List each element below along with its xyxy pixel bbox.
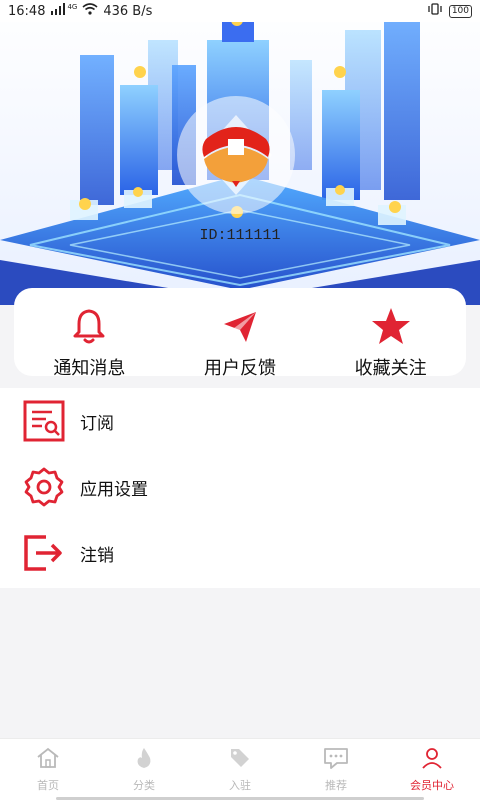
wifi-icon bbox=[82, 3, 98, 19]
quick-action-label: 用户反馈 bbox=[204, 358, 276, 379]
quick-action-label: 通知消息 bbox=[53, 358, 126, 379]
vibrate-icon bbox=[427, 3, 443, 19]
tab-label: 首页 bbox=[37, 779, 59, 792]
tab-recommend[interactable]: 推荐 bbox=[288, 739, 384, 800]
user-icon bbox=[419, 745, 445, 771]
network-type: 4G bbox=[67, 3, 78, 11]
battery-level: 100 bbox=[448, 4, 472, 18]
avatar[interactable] bbox=[176, 95, 296, 215]
tab-label: 推荐 bbox=[325, 779, 347, 792]
quick-action-label: 收藏关注 bbox=[354, 358, 427, 379]
quick-action-notifications[interactable]: 通知消息 bbox=[14, 288, 165, 379]
tab-join[interactable]: 入驻 bbox=[192, 739, 288, 800]
tag-icon bbox=[227, 745, 253, 771]
chat-bubble-icon bbox=[323, 745, 349, 771]
flame-icon bbox=[131, 745, 157, 771]
quick-actions-card: 通知消息 用户反馈 收藏关注 bbox=[14, 288, 466, 379]
signal-icon bbox=[50, 3, 66, 19]
settings-gear-icon bbox=[22, 465, 66, 509]
tab-label: 会员中心 bbox=[410, 779, 454, 792]
menu-item-subscription[interactable]: 订阅 bbox=[0, 388, 480, 454]
user-id: ID:111111 bbox=[199, 227, 281, 244]
menu-item-logout[interactable]: 注销 bbox=[0, 520, 480, 586]
profile-header: ID:111111 bbox=[0, 0, 480, 305]
menu-item-label: 订阅 bbox=[80, 413, 114, 434]
home-icon bbox=[35, 745, 61, 771]
bottom-tab-bar: 首页 分类 入驻 推荐 会员中心 bbox=[0, 738, 480, 800]
menu-item-label: 应用设置 bbox=[80, 479, 148, 500]
bell-icon bbox=[69, 306, 109, 346]
paper-plane-icon bbox=[220, 306, 260, 346]
tab-label: 入驻 bbox=[229, 779, 251, 792]
status-time: 16:48 bbox=[8, 3, 46, 19]
menu-item-label: 注销 bbox=[80, 545, 114, 566]
menu-item-settings[interactable]: 应用设置 bbox=[0, 454, 480, 520]
network-speed: 436 B/s bbox=[103, 3, 153, 19]
tab-home[interactable]: 首页 bbox=[0, 739, 96, 800]
quick-action-feedback[interactable]: 用户反馈 bbox=[165, 288, 316, 379]
tab-category[interactable]: 分类 bbox=[96, 739, 192, 800]
tab-member-center[interactable]: 会员中心 bbox=[384, 739, 480, 800]
subscription-icon bbox=[22, 399, 66, 443]
star-icon bbox=[371, 306, 411, 346]
status-bar: 16:48 4G 436 B/s 100 bbox=[0, 0, 480, 22]
quick-action-favorites[interactable]: 收藏关注 bbox=[315, 288, 466, 379]
tab-label: 分类 bbox=[133, 779, 155, 792]
logout-icon bbox=[22, 531, 66, 575]
menu-list: 订阅 应用设置 注销 bbox=[0, 388, 480, 588]
